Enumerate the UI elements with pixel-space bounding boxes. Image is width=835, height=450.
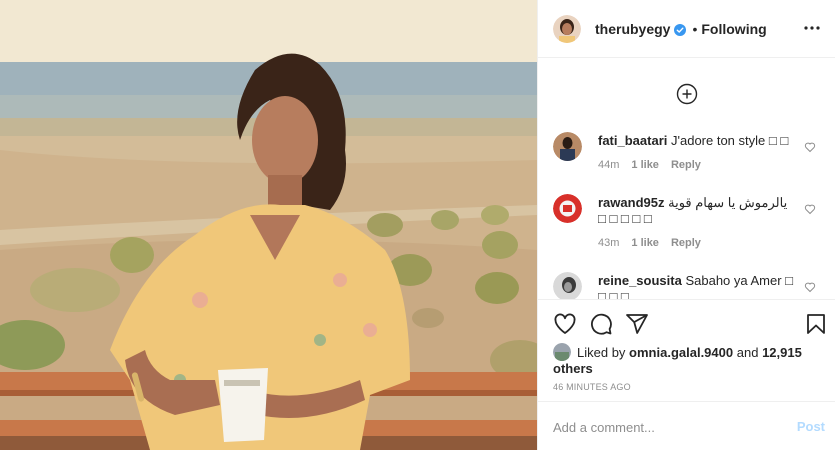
comments-list[interactable]: fati_baatari J'adore ton style □ □ 44m 1… (538, 59, 835, 299)
verified-badge-icon (674, 23, 687, 36)
comment-heart-icon[interactable] (804, 140, 816, 153)
comment-meta: 43m 1 like Reply (598, 235, 798, 251)
comment-body: reine_sousita Sabaho ya Amer □ □ □ □ (598, 273, 798, 299)
add-comment-bar: Post (538, 401, 835, 450)
commenter-avatar[interactable] (553, 272, 582, 299)
comment-likes[interactable]: 1 like (631, 157, 659, 173)
author-username[interactable]: therubyegy (595, 21, 670, 37)
post-photo[interactable] (0, 0, 537, 450)
comment-body: fati_baatari J'adore ton style □ □ 44m 1… (598, 133, 798, 173)
post-actions: Liked by omnia.galal.9400 and 12,915 oth… (538, 299, 835, 401)
comment-likes[interactable]: 1 like (631, 235, 659, 251)
post-timestamp[interactable]: 46 MINUTES AGO (553, 382, 631, 392)
post-header: therubyegy • Following (538, 0, 835, 58)
commenter-avatar[interactable] (553, 194, 582, 223)
liker-username[interactable]: omnia.galal.9400 (629, 345, 733, 360)
likes-prefix: Liked by (577, 345, 626, 360)
reply-button[interactable]: Reply (671, 157, 701, 173)
following-button[interactable]: Following (701, 21, 766, 37)
add-circle-icon[interactable] (676, 83, 698, 105)
share-icon[interactable] (625, 312, 649, 336)
bookmark-icon[interactable] (804, 312, 828, 336)
comment-text: J'adore ton style □ □ (671, 133, 789, 148)
comment-username[interactable]: reine_sousita (598, 273, 682, 288)
header-separator: • (692, 20, 698, 37)
comment-time[interactable]: 44m (598, 157, 619, 173)
comment-meta: 44m 1 like Reply (598, 157, 798, 173)
more-options-icon[interactable] (800, 16, 824, 40)
likes-and: and (736, 345, 759, 360)
author-avatar[interactable] (553, 14, 581, 43)
post-button[interactable]: Post (797, 419, 825, 434)
heart-icon[interactable] (553, 312, 577, 336)
commenter-avatar[interactable] (553, 132, 582, 161)
comment-body: rawand95z يالرموش يا سهام قوية □ □ □ □ □… (598, 195, 798, 251)
post-details-panel: therubyegy • Following fati_baatari J'ad… (537, 0, 835, 450)
comment-heart-icon[interactable] (804, 202, 816, 215)
liker-avatar[interactable] (553, 343, 571, 361)
comment-username[interactable]: rawand95z (598, 195, 664, 210)
comment-input[interactable] (553, 416, 773, 438)
likes-summary: Liked by omnia.galal.9400 and 12,915 oth… (553, 343, 823, 377)
post-photo-illustration (0, 0, 537, 450)
comment-username[interactable]: fati_baatari (598, 133, 667, 148)
comment-icon[interactable] (589, 312, 613, 336)
comment-heart-icon[interactable] (804, 280, 816, 293)
comment-time[interactable]: 43m (598, 235, 619, 251)
reply-button[interactable]: Reply (671, 235, 701, 251)
